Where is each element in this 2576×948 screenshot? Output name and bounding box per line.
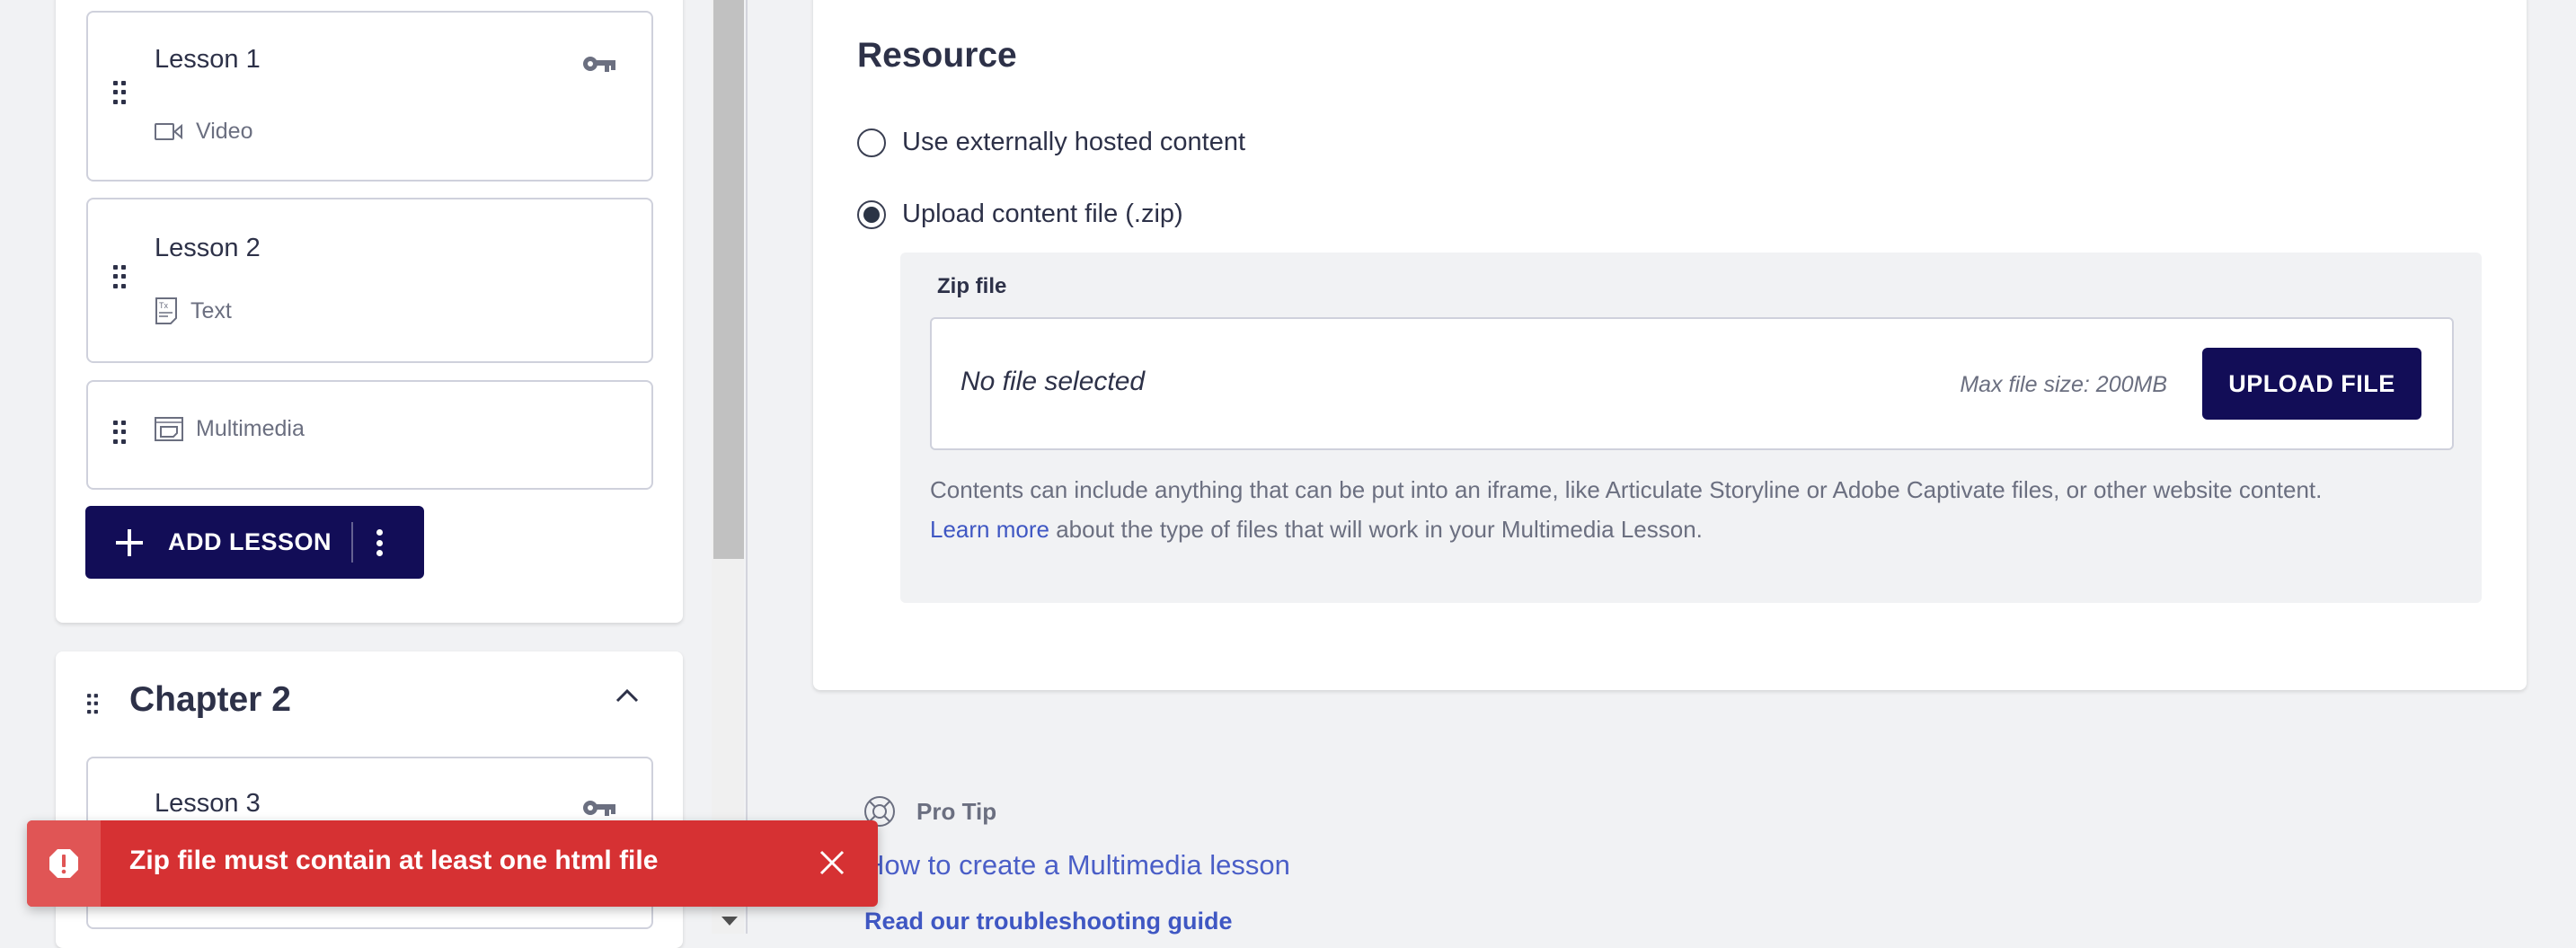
radio-external-content[interactable]: Use externally hosted content bbox=[857, 128, 1245, 157]
text-doc-icon: Tx bbox=[155, 297, 177, 324]
drag-handle-icon[interactable] bbox=[113, 81, 126, 106]
troubleshooting-guide-link[interactable]: Read our troubleshooting guide bbox=[864, 908, 1232, 935]
add-lesson-button[interactable]: ADD LESSON bbox=[85, 506, 424, 579]
key-icon bbox=[583, 57, 615, 72]
lesson-type-label: Video bbox=[196, 119, 253, 144]
lesson-type-label: Multimedia bbox=[196, 416, 305, 441]
lesson-type-label: Text bbox=[190, 297, 232, 323]
panel-divider[interactable] bbox=[746, 0, 748, 934]
lesson-card[interactable]: Multimedia bbox=[86, 380, 653, 490]
lesson-title: Lesson 2 bbox=[155, 234, 261, 262]
radio-button[interactable] bbox=[857, 199, 886, 229]
chevron-up-icon[interactable] bbox=[615, 688, 639, 703]
svg-text:Tx: Tx bbox=[159, 301, 168, 310]
help-line: Learn more about the type of files that … bbox=[930, 509, 2457, 549]
error-octagon-icon bbox=[49, 849, 78, 878]
help-line-text: about the type of files that will work i… bbox=[1049, 516, 1703, 543]
course-outline-panel: Lesson 1 Video Lesson 2 Tx Text Multimed… bbox=[0, 0, 746, 948]
pro-tip-header: Pro Tip bbox=[863, 794, 996, 828]
scrollbar-thumb[interactable] bbox=[713, 0, 744, 559]
add-lesson-label: ADD LESSON bbox=[168, 528, 332, 555]
lesson-title: Lesson 1 bbox=[155, 45, 261, 74]
lesson-type: Multimedia bbox=[155, 416, 305, 442]
lesson-card[interactable]: Lesson 2 Tx Text bbox=[86, 198, 653, 363]
plus-icon bbox=[116, 528, 143, 556]
scroll-down-arrow-icon[interactable] bbox=[721, 917, 738, 926]
radio-label: Use externally hosted content bbox=[902, 128, 1246, 156]
video-icon bbox=[155, 122, 182, 140]
multimedia-icon bbox=[155, 416, 183, 441]
learn-more-link[interactable]: Learn more bbox=[930, 516, 1049, 543]
radio-label: Upload content file (.zip) bbox=[902, 199, 1183, 228]
lesson-title: Lesson 3 bbox=[155, 789, 261, 818]
max-file-size: Max file size: 200MB bbox=[1960, 372, 2167, 397]
radio-button[interactable] bbox=[857, 128, 886, 157]
how-to-multimedia-link[interactable]: How to create a Multimedia lesson bbox=[864, 849, 1290, 882]
drag-handle-icon[interactable] bbox=[113, 421, 126, 446]
zip-help-text: Contents can include anything that can b… bbox=[930, 470, 2457, 549]
key-icon bbox=[583, 801, 615, 816]
toast-message: Zip file must contain at least one html … bbox=[129, 846, 659, 875]
pro-tip-label: Pro Tip bbox=[916, 797, 997, 825]
more-options-icon[interactable] bbox=[375, 529, 384, 556]
error-toast: Zip file must contain at least one html … bbox=[27, 820, 878, 907]
drag-handle-icon[interactable] bbox=[87, 694, 98, 715]
zip-file-label: Zip file bbox=[937, 274, 1007, 298]
upload-file-button[interactable]: UPLOAD FILE bbox=[2202, 348, 2421, 420]
help-line: Contents can include anything that can b… bbox=[930, 476, 2323, 503]
file-input-value: No file selected bbox=[960, 367, 1146, 396]
radio-upload-zip[interactable]: Upload content file (.zip) bbox=[857, 199, 1183, 229]
section-title: Resource bbox=[857, 36, 1017, 75]
lesson-type: Video bbox=[155, 119, 253, 145]
lesson-card[interactable]: Lesson 1 Video bbox=[86, 11, 653, 182]
chapter-title: Chapter 2 bbox=[129, 680, 291, 719]
close-icon[interactable] bbox=[818, 848, 846, 877]
button-separator bbox=[351, 522, 353, 563]
drag-handle-icon[interactable] bbox=[113, 265, 126, 290]
lesson-type: Tx Text bbox=[155, 297, 232, 325]
